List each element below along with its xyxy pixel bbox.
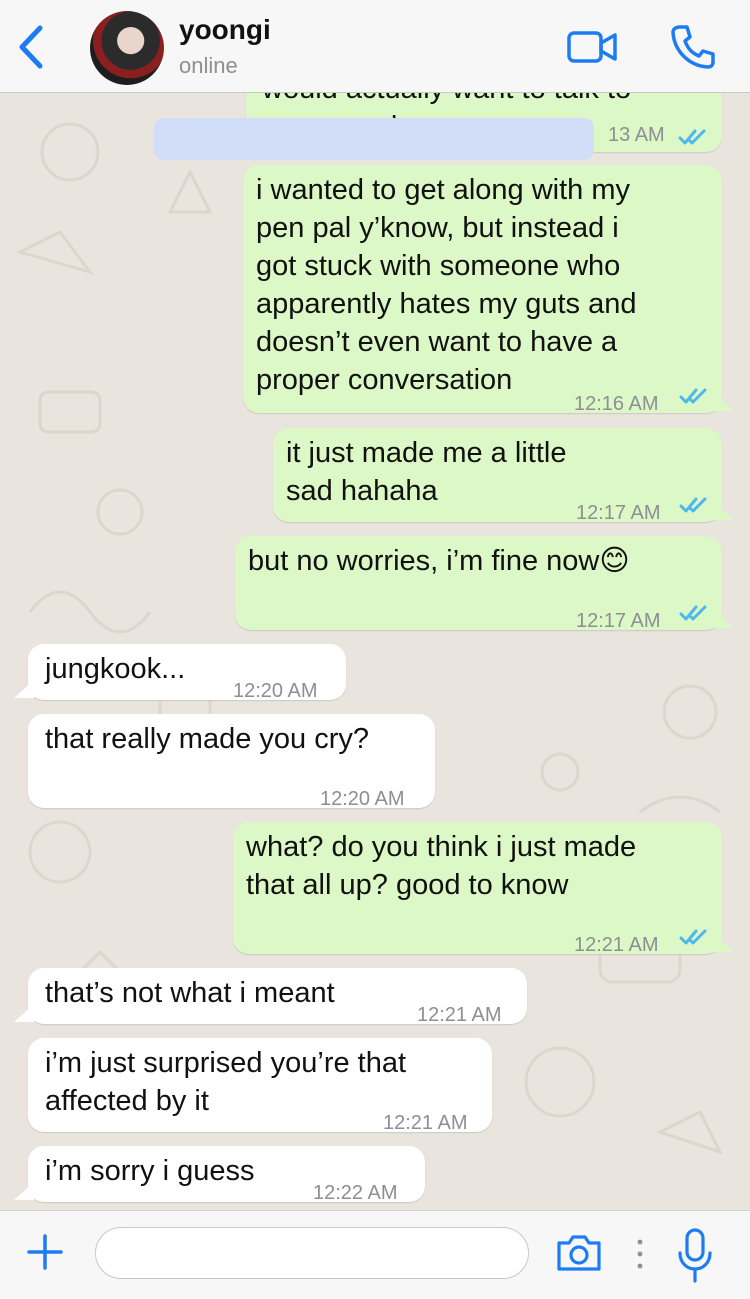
read-receipt-icon (679, 388, 707, 404)
message-time: 12:21 AM (574, 934, 659, 956)
message-bubble-outgoing[interactable]: what? do you think i just made that all … (233, 822, 722, 956)
attach-button[interactable] (26, 1233, 64, 1271)
message-time-cutoff: 13 AM (608, 124, 665, 146)
camera-icon (557, 1235, 601, 1271)
video-camera-icon (567, 31, 617, 63)
chevron-left-icon (19, 25, 43, 69)
message-text: but no worries, i’m fine now😊 (248, 545, 630, 577)
message-bubble-incoming[interactable]: i’m just surprised you’re that affected … (28, 1038, 492, 1134)
message-bubble-incoming[interactable]: jungkook... 12:20 AM (28, 644, 346, 702)
composer-bar (0, 1210, 750, 1299)
message-time: 12:17 AM (576, 610, 661, 632)
plus-icon (27, 1234, 63, 1270)
read-receipt-icon (679, 929, 707, 945)
message-time: 12:20 AM (320, 788, 405, 810)
message-text: that’s not what i meant (45, 977, 335, 1009)
message-time: 12:21 AM (383, 1112, 468, 1134)
message-text: i’m sorry i guess (45, 1155, 255, 1187)
avatar[interactable] (90, 11, 164, 85)
phone-icon (671, 25, 715, 69)
voice-call-button[interactable] (668, 22, 718, 72)
redaction-bar (154, 118, 594, 160)
message-time: 12:21 AM (417, 1004, 502, 1026)
message-text: i wanted to get along with my pen pal y’… (256, 174, 637, 396)
read-receipt-icon (678, 129, 706, 145)
chat-header: yoongi online (0, 0, 750, 93)
message-bubble-incoming[interactable]: that really made you cry? 12:20 AM (28, 714, 435, 810)
message-text: jungkook... (45, 653, 186, 685)
message-time: 12:20 AM (233, 680, 318, 702)
camera-button[interactable] (555, 1233, 603, 1273)
message-time: 12:17 AM (576, 502, 661, 524)
message-time: 12:16 AM (574, 393, 659, 415)
video-call-button[interactable] (566, 28, 618, 66)
message-bubble-outgoing[interactable]: it just made me a little sad hahaha 12:1… (273, 428, 722, 524)
message-time: 12:22 AM (313, 1182, 398, 1204)
message-bubble-outgoing[interactable]: but no worries, i’m fine now😊 12:17 AM (235, 536, 722, 632)
voice-message-button[interactable] (676, 1227, 714, 1285)
message-list[interactable]: would actually want to talk to me everyd… (0, 92, 750, 1210)
message-bubble-outgoing[interactable]: i wanted to get along with my pen pal y’… (243, 165, 722, 415)
microphone-icon (678, 1228, 712, 1283)
read-receipt-icon (679, 605, 707, 621)
more-dots-icon (637, 1239, 643, 1269)
message-text: what? do you think i just made that all … (246, 831, 637, 901)
contact-name[interactable]: yoongi (179, 14, 271, 46)
message-bubble-incoming[interactable]: i’m sorry i guess 12:22 AM (28, 1146, 425, 1204)
message-text: that really made you cry? (45, 723, 369, 755)
message-bubble-incoming[interactable]: that’s not what i meant 12:21 AM (28, 968, 527, 1026)
message-input[interactable] (95, 1227, 529, 1279)
read-receipt-icon (679, 497, 707, 513)
back-button[interactable] (14, 24, 48, 70)
contact-status: online (179, 53, 238, 78)
